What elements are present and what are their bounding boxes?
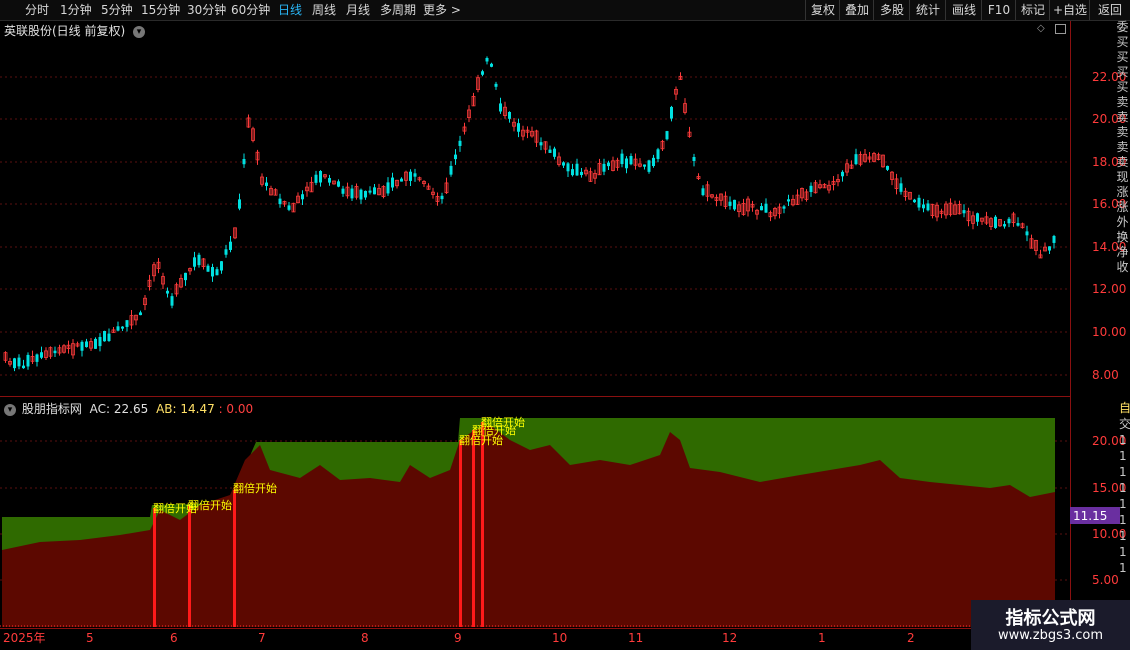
side-char: 收 [1116, 260, 1129, 274]
side-char: 卖 [1116, 110, 1129, 124]
f10-button[interactable]: F10 [981, 0, 1016, 20]
signal-label: 翻倍开始 [472, 423, 516, 437]
side-char: 1 [1119, 497, 1127, 511]
tab-multi-period[interactable]: 多周期 [380, 2, 416, 18]
date-label-6: 6 [170, 631, 178, 645]
side-char: 自 [1119, 401, 1130, 415]
date-label-5: 5 [86, 631, 94, 645]
period-toolbar: 分时 1分钟 5分钟 15分钟 30分钟 60分钟 日线 周线 月线 多周期 更… [0, 0, 1130, 21]
side-char: 1 [1119, 465, 1127, 479]
watermark-logo: 指标公式网 www.zbgs3.com [971, 600, 1130, 650]
signal-label: 翻倍开始 [188, 498, 232, 512]
tab-15min[interactable]: 15分钟 [141, 2, 180, 18]
ac-value: AC: 22.65 [89, 402, 149, 416]
side-char: 净 [1116, 245, 1129, 259]
date-label-2: 2 [907, 631, 915, 645]
tab-more[interactable]: 更多 > [423, 2, 461, 18]
signal-label: 翻倍开始 [233, 481, 277, 495]
indicator-name: 股朋指标网 [21, 402, 82, 416]
main-chart-header: 英联股份(日线 前复权) ▾ [4, 22, 146, 39]
date-label-10: 10 [552, 631, 567, 645]
side-char: 买 [1116, 50, 1129, 64]
tab-1min[interactable]: 1分钟 [60, 2, 92, 18]
side-char: 1 [1119, 545, 1127, 559]
add-watchlist-button[interactable]: +自选 [1049, 0, 1090, 20]
indicator-area [2, 418, 1055, 627]
side-char: 买 [1116, 35, 1129, 49]
side-char: 卖 [1116, 155, 1129, 169]
quote-side-panel: 委 买 买 买 买 卖 卖 卖 卖 卖 现 涨 涨 外 换 净 收 [1115, 20, 1130, 395]
indicator-header: ▾ 股朋指标网 AC: 22.65 AB: 14.47 : 0.00 [4, 400, 253, 417]
side-char: 1 [1119, 433, 1127, 447]
overlay-button[interactable]: 叠加 [839, 0, 874, 20]
date-label-2025: 2025年 [3, 631, 46, 645]
date-label-9: 9 [454, 631, 462, 645]
date-label-1: 1 [818, 631, 826, 645]
side-char: 买 [1116, 65, 1129, 79]
side-char: 涨 [1116, 185, 1129, 199]
candlesticks [3, 56, 1056, 372]
chevron-down-icon[interactable]: ▾ [133, 25, 146, 38]
side-char: 1 [1119, 449, 1127, 463]
side-char: 交 [1119, 417, 1130, 431]
tab-intraday[interactable]: 分时 [25, 2, 49, 18]
window-icon[interactable] [1055, 24, 1066, 34]
tab-60min[interactable]: 60分钟 [231, 2, 270, 18]
current-value-badge [1070, 507, 1120, 524]
date-label-7: 7 [258, 631, 266, 645]
side-char: 现 [1116, 170, 1129, 184]
ab-value: AB: 14.47 [156, 402, 215, 416]
back-button[interactable]: 返回 [1089, 0, 1130, 20]
side-char: 1 [1119, 529, 1127, 543]
tab-weekly[interactable]: 周线 [312, 2, 336, 18]
tab-5min[interactable]: 5分钟 [101, 2, 133, 18]
stats-button[interactable]: 统计 [909, 0, 946, 20]
draw-button[interactable]: 画线 [945, 0, 982, 20]
side-char: 卖 [1116, 95, 1129, 109]
stock-title: 英联股份(日线 前复权) [4, 24, 126, 38]
side-char: 1 [1119, 481, 1127, 495]
tab-monthly[interactable]: 月线 [346, 2, 370, 18]
date-label-12: 12 [722, 631, 737, 645]
chevron-down-icon[interactable]: ▾ [4, 403, 16, 416]
multi-stock-button[interactable]: 多股 [873, 0, 910, 20]
side-char: 涨 [1116, 200, 1129, 214]
signal-label: 翻倍开始 [481, 415, 525, 429]
signal-label: 翻倍开始 [153, 501, 197, 515]
side-char: 卖 [1116, 140, 1129, 154]
mark-button[interactable]: 标记 [1015, 0, 1050, 20]
side-char: 卖 [1116, 125, 1129, 139]
signal-markers [0, 422, 1055, 627]
date-label-8: 8 [361, 631, 369, 645]
current-value-text: 11.15 [1073, 509, 1107, 523]
fuquan-button[interactable]: 复权 [805, 0, 840, 20]
side-char: 外 [1116, 215, 1129, 229]
watermark-url: www.zbgs3.com [997, 628, 1104, 643]
side-char: 买 [1116, 80, 1129, 94]
side-char: 1 [1119, 561, 1127, 575]
side-char: 换 [1116, 230, 1129, 244]
ind-label-5: 5.00 [1092, 573, 1119, 587]
extra-value: : 0.00 [218, 402, 254, 416]
side-char: 委 [1116, 20, 1129, 34]
tab-daily[interactable]: 日线 [278, 2, 302, 18]
tab-30min[interactable]: 30分钟 [187, 2, 226, 18]
quote-side-panel-bottom: 自 交 1 1 1 1 1 1 1 1 1 [1119, 400, 1130, 600]
diamond-icon[interactable]: ◇ [1037, 23, 1045, 34]
chart-canvas: 22.00 20.00 18.00 16.00 14.00 12.00 10.0… [0, 21, 1126, 645]
signal-label: 翻倍开始 [459, 433, 503, 447]
watermark-title: 指标公式网 [1005, 608, 1096, 629]
side-char: 1 [1119, 513, 1127, 527]
date-label-11: 11 [628, 631, 643, 645]
